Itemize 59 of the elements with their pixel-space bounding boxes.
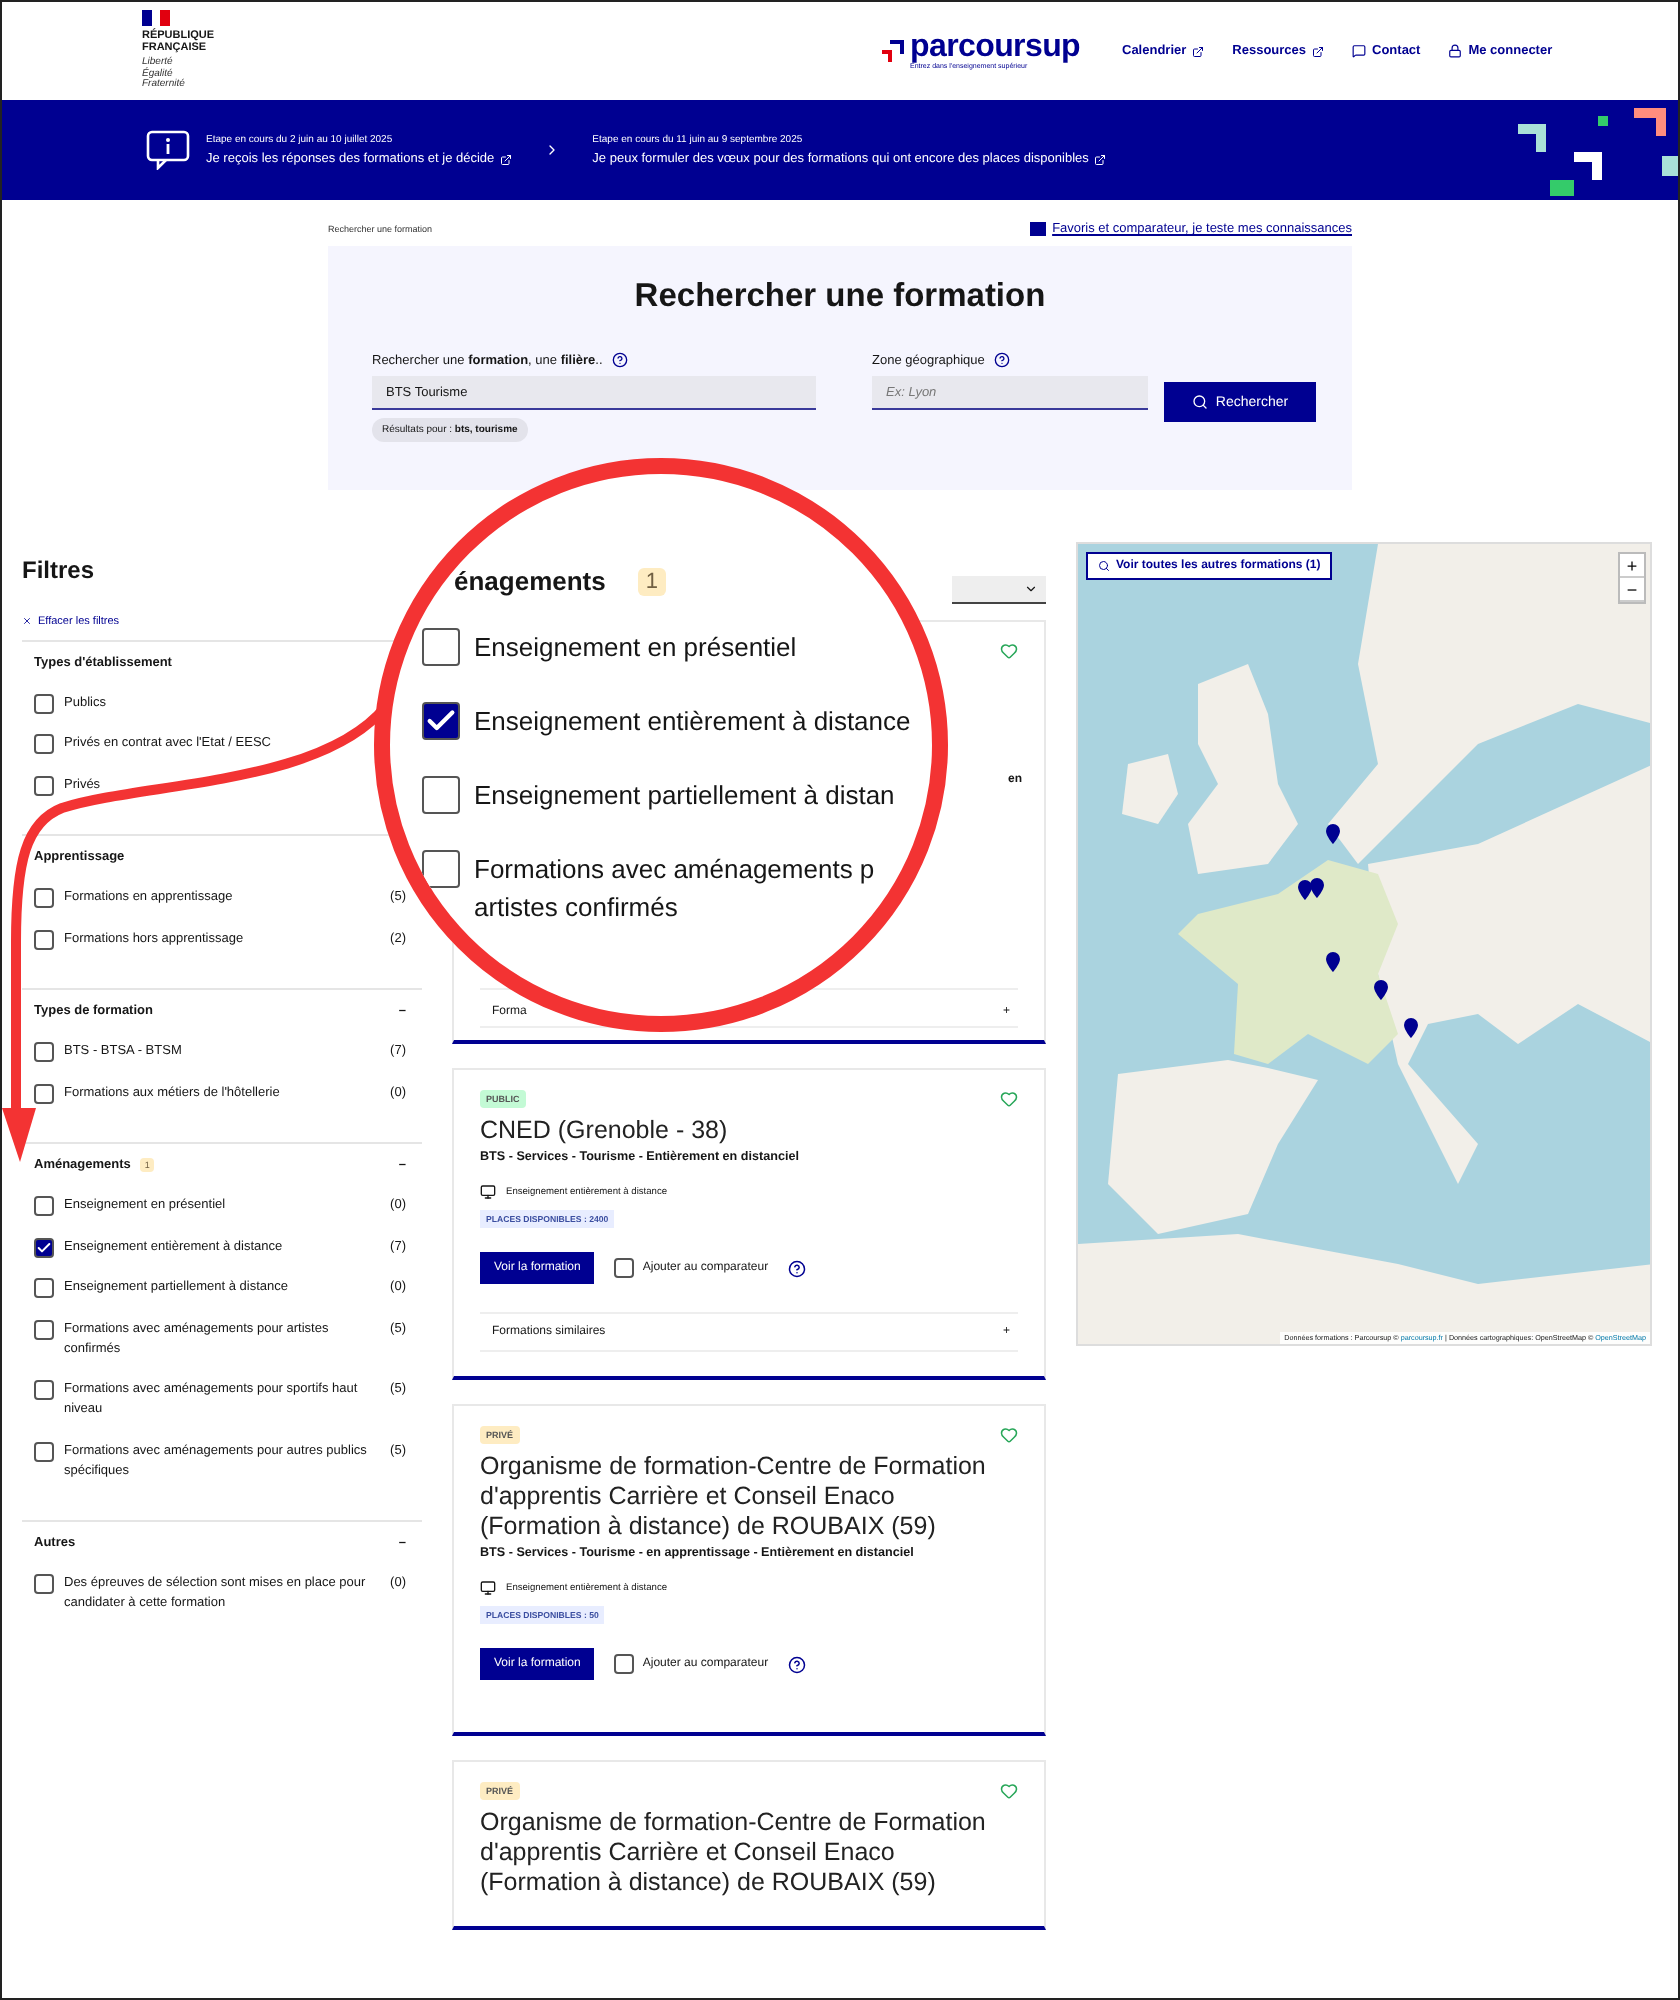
heart-icon[interactable] — [1000, 1426, 1018, 1444]
checkbox[interactable] — [422, 702, 460, 740]
map-pin-icon[interactable] — [1310, 878, 1324, 898]
magnified-option-label: Enseignement entièrement à distance — [474, 704, 911, 740]
caret-icon — [1024, 582, 1038, 596]
checkbox[interactable] — [34, 1574, 54, 1594]
formation-title: Organisme de formation-Centre de Formation d'apprentis Carrière et Conseil Enaco (Formation à distance) de ROUBAIX (59) — [480, 1452, 988, 1542]
checkbox[interactable] — [34, 1441, 54, 1461]
checkbox[interactable] — [34, 1042, 54, 1062]
checkbox[interactable] — [34, 1380, 54, 1400]
monitor-icon — [480, 1580, 496, 1596]
map-pin-icon[interactable] — [1374, 980, 1388, 1000]
heart-icon[interactable] — [1000, 1782, 1018, 1800]
map-pin-icon[interactable] — [1298, 880, 1312, 900]
checkbox[interactable] — [34, 888, 54, 908]
monitor-icon — [480, 1184, 496, 1200]
brand-name: parcoursup — [910, 32, 1081, 62]
formation-title: CNED (Grenoble - 38) — [480, 1116, 730, 1146]
search-icon — [1191, 394, 1208, 410]
message-icon — [1352, 44, 1367, 58]
external-link-icon — [1312, 45, 1325, 57]
checkbox[interactable] — [34, 929, 54, 949]
external-link-icon — [500, 153, 513, 165]
checkbox[interactable] — [34, 693, 54, 713]
checkbox[interactable] — [34, 1083, 54, 1103]
lock-icon — [1448, 44, 1463, 58]
magnified-option-label: Enseignement partiellement à distan — [474, 778, 895, 814]
checkbox[interactable] — [422, 628, 460, 666]
info-icon — [146, 130, 190, 170]
heart-icon[interactable] — [1000, 642, 1018, 660]
checkbox[interactable] — [422, 850, 460, 888]
checkbox[interactable] — [422, 776, 460, 814]
heart-icon[interactable] — [1000, 1090, 1018, 1108]
magnified-option-label: Formations avec aménagements p artistes confirmés — [474, 852, 875, 926]
filters-title: Filtres — [22, 556, 97, 584]
flag-icon — [142, 10, 170, 27]
sort-select[interactable] — [952, 576, 1046, 604]
magnified-option-label: Enseignement en présentiel — [474, 630, 797, 666]
search-title: Rechercher une formation — [634, 278, 1046, 316]
search-icon — [1098, 560, 1110, 572]
magnified-heading: énagements — [454, 566, 606, 596]
checkbox[interactable] — [34, 1237, 54, 1257]
external-link-icon — [1094, 153, 1107, 165]
checkbox[interactable] — [34, 734, 54, 754]
checkbox[interactable] — [34, 1278, 54, 1298]
map-pin-icon[interactable] — [1326, 952, 1340, 972]
checkbox[interactable] — [34, 1196, 54, 1216]
zoom-in-button[interactable]: + — [1620, 554, 1644, 578]
zoom-out-button[interactable]: − — [1620, 578, 1644, 602]
checkbox[interactable] — [614, 1258, 635, 1278]
checkbox[interactable] — [614, 1654, 635, 1674]
map-pin-icon[interactable] — [1404, 1018, 1418, 1038]
logo-icon — [882, 40, 904, 62]
count-badge: 1 — [637, 567, 666, 595]
checkbox[interactable] — [34, 775, 54, 795]
checkbox[interactable] — [34, 1319, 54, 1339]
external-link-icon — [1192, 45, 1205, 57]
map-pin-icon[interactable] — [1326, 824, 1340, 844]
formation-title: Organisme de formation-Centre de Formation d'apprentis Carrière et Conseil Enaco (Formation à distance) de ROUBAIX (59) — [480, 1808, 988, 1898]
